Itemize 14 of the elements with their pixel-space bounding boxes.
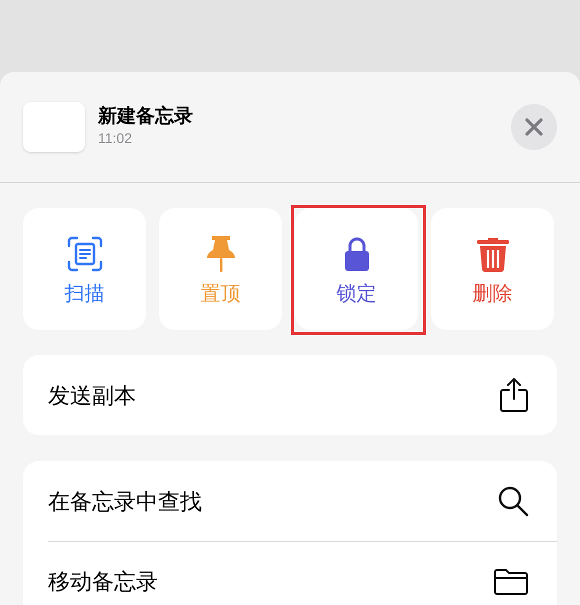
menu-item[interactable]: 移动备忘录 bbox=[48, 541, 557, 605]
close-icon bbox=[524, 117, 544, 137]
action-tile[interactable]: 扫描 bbox=[23, 208, 146, 330]
action-tile[interactable]: 删除 bbox=[431, 208, 554, 330]
share-icon bbox=[499, 377, 529, 413]
action-tile[interactable]: 锁定 bbox=[295, 208, 418, 330]
menu-item[interactable]: 发送副本 bbox=[48, 355, 557, 435]
note-title: 新建备忘录 bbox=[98, 104, 194, 128]
note-time: 11:02 bbox=[98, 129, 133, 148]
search-icon bbox=[497, 485, 529, 517]
menu-item[interactable]: 在备忘录中查找 bbox=[48, 461, 557, 541]
close-button[interactable] bbox=[511, 104, 557, 150]
folder-icon bbox=[493, 568, 529, 596]
note-thumbnail bbox=[23, 102, 85, 152]
